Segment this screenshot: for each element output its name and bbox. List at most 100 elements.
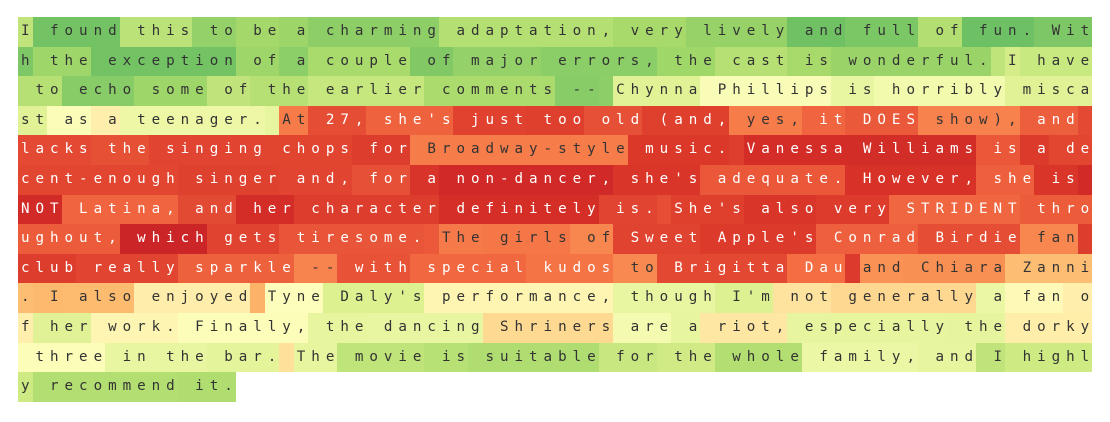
text-char: i: [192, 46, 207, 77]
text-char: r: [859, 194, 875, 225]
text-char: o: [467, 165, 483, 195]
text-char: [613, 224, 628, 254]
text-char: g: [221, 224, 236, 254]
text-char: o: [119, 313, 135, 343]
text-char: i: [1034, 342, 1049, 373]
text-char: f: [932, 46, 947, 77]
text-char: k: [1063, 313, 1078, 343]
text-char: i: [947, 224, 962, 254]
text-char: o: [569, 17, 585, 47]
text-char: [700, 76, 715, 106]
text-char: .: [221, 372, 236, 402]
text-char: i: [685, 135, 701, 165]
text-char: e: [76, 46, 91, 77]
text-char: t: [380, 253, 396, 284]
text-char: r: [526, 313, 541, 343]
text-char: [1005, 313, 1020, 343]
text-char: e: [859, 283, 875, 313]
text-char: s: [816, 76, 831, 106]
text-char: n: [511, 194, 527, 225]
text-char: e: [569, 313, 585, 343]
text-char: s: [627, 194, 643, 225]
text-char: n: [482, 165, 498, 195]
text-char: o: [119, 283, 135, 313]
text-char: [627, 135, 643, 165]
text-char: i: [438, 313, 454, 343]
text-char: o: [61, 224, 77, 254]
text-char: s: [961, 135, 977, 165]
text-char: r: [250, 342, 265, 373]
text-char: l: [772, 342, 788, 373]
text-char: a: [743, 46, 759, 77]
text-char: m: [1019, 76, 1035, 106]
text-char: [961, 17, 977, 47]
text-char: i: [119, 194, 135, 225]
text-char: I: [729, 283, 744, 313]
text-char: c: [438, 76, 454, 106]
text-char: f: [482, 283, 498, 313]
text-char: i: [511, 342, 527, 373]
text-char: a: [540, 283, 556, 313]
text-char: s: [148, 76, 164, 106]
text-char: .: [830, 165, 846, 195]
text-char: o: [511, 46, 527, 77]
text-char: [656, 46, 672, 77]
text-char: i: [119, 342, 135, 373]
text-char: [32, 372, 48, 402]
text-char: B: [932, 224, 947, 254]
text-char: a: [758, 135, 773, 165]
text-char: e: [467, 224, 483, 254]
text-char: h: [192, 224, 207, 254]
text-char: [830, 46, 846, 77]
text-char: s: [76, 135, 91, 165]
text-char: y: [743, 105, 759, 136]
text-char: i: [497, 194, 512, 225]
text-char: i: [511, 224, 527, 254]
text-char: r: [424, 194, 439, 225]
text-char: e: [221, 283, 236, 313]
text-char: [874, 76, 889, 106]
text-char: o: [119, 165, 135, 195]
text-char: y: [584, 194, 599, 225]
text-char: o: [961, 105, 977, 136]
text-char: e: [656, 224, 672, 254]
text-char: t: [47, 46, 62, 77]
text-char: [308, 313, 323, 343]
text-char: [293, 253, 309, 284]
text-char: s: [787, 194, 802, 225]
text-char: [18, 342, 33, 373]
text-char: t: [32, 76, 48, 106]
text-char: [772, 283, 788, 313]
text-char: r: [976, 253, 991, 284]
text-char: [32, 313, 48, 343]
text-char: [613, 253, 628, 284]
text-char: s: [859, 76, 875, 106]
text-char: h: [322, 194, 338, 225]
text-char: l: [903, 17, 918, 47]
text-char: l: [772, 194, 788, 225]
text-char: s: [555, 224, 570, 254]
text-char: c: [18, 253, 33, 284]
text-char: [177, 194, 193, 225]
text-char: f: [366, 165, 381, 195]
text-char: [700, 224, 715, 254]
text-char: -: [308, 253, 323, 284]
text-char: i: [917, 135, 933, 165]
text-char: t: [105, 135, 120, 165]
text-char: [685, 17, 701, 47]
text-char: v: [830, 194, 846, 225]
text-char: e: [1005, 224, 1020, 254]
text-char: E: [888, 105, 904, 136]
text-char: a: [351, 17, 367, 47]
text-char: n: [221, 46, 236, 77]
text-char: a: [192, 194, 207, 225]
text-char: ,: [337, 165, 352, 195]
text-char: a: [119, 253, 135, 284]
text-char: r: [409, 76, 425, 106]
text-char: e: [264, 17, 280, 47]
text-line: st as a teenager. At 27, s h e ' s just too …: [18, 105, 1093, 136]
text-char: [1034, 17, 1049, 47]
text-char: i: [990, 224, 1006, 254]
text-char: d: [888, 46, 904, 77]
text-char: i: [1034, 76, 1049, 106]
